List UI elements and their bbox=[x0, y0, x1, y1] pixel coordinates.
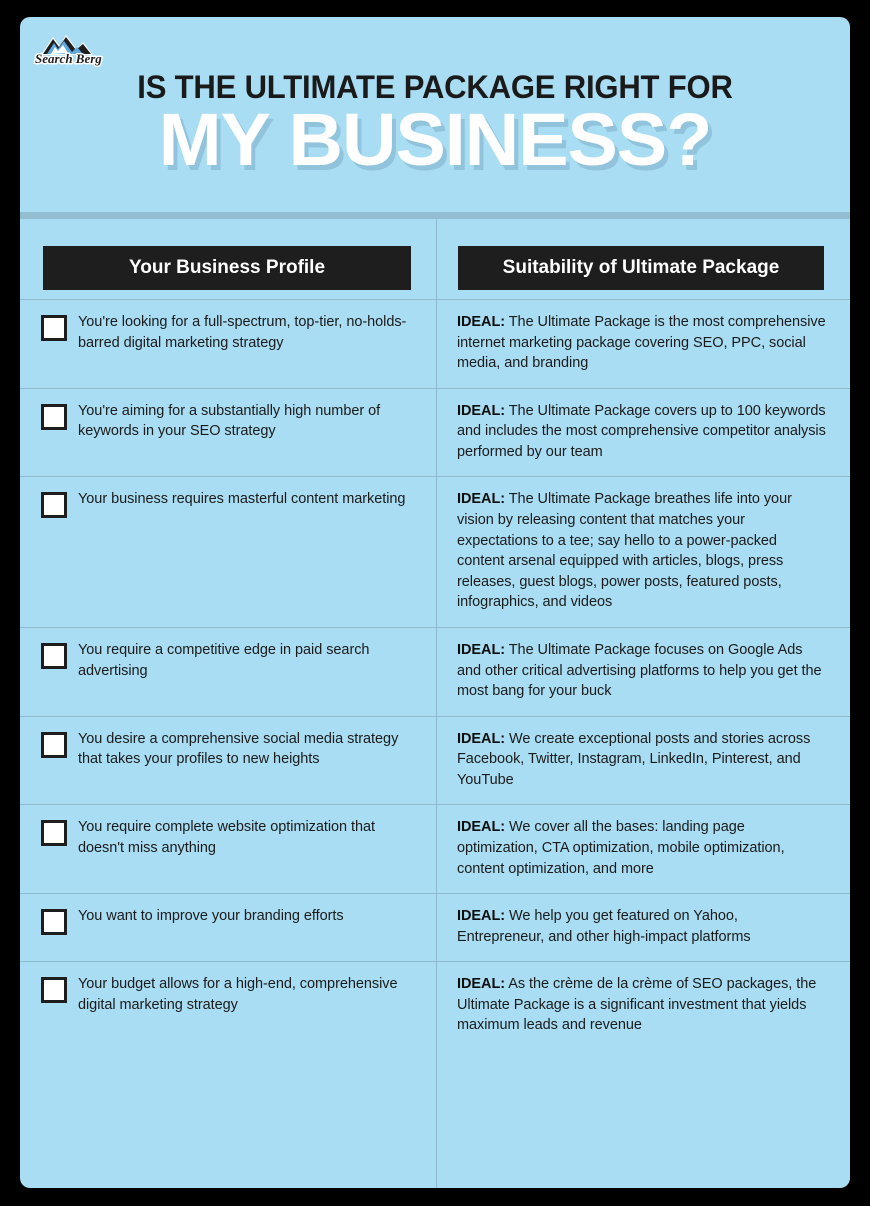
verdict-detail: The Ultimate Package is the most compreh… bbox=[457, 314, 826, 372]
table-row: Your business requires masterful content… bbox=[20, 476, 850, 626]
suitability-cell: IDEAL: We help you get featured on Yahoo… bbox=[436, 894, 850, 961]
verdict-label: IDEAL: bbox=[457, 402, 506, 419]
verdict-label: IDEAL: bbox=[457, 641, 506, 658]
header-card: Search Berg Search Berg IS THE ULTIMATE … bbox=[20, 17, 850, 212]
header-divider bbox=[20, 212, 850, 219]
verdict-label: IDEAL: bbox=[457, 314, 506, 330]
checkbox-icon[interactable] bbox=[41, 820, 67, 847]
table-row: You're looking for a full-spectrum, top-… bbox=[20, 299, 850, 388]
business-profile-cell: You require a competitive edge in paid s… bbox=[20, 628, 436, 716]
business-profile-text: You want to improve your branding effort… bbox=[78, 908, 344, 925]
suitability-text: IDEAL: We help you get featured on Yahoo… bbox=[457, 906, 828, 947]
verdict-label: IDEAL: bbox=[457, 491, 506, 508]
table-row: You require complete website optimizatio… bbox=[20, 804, 850, 893]
poster-title: IS THE ULTIMATE PACKAGE RIGHT FOR MY BUS… bbox=[20, 71, 850, 181]
verdict-detail: We create exceptional posts and stories … bbox=[457, 730, 811, 788]
table-row: You want to improve your branding effort… bbox=[20, 893, 850, 961]
table-row: You require a competitive edge in paid s… bbox=[20, 626, 850, 716]
business-profile-cell: Your budget allows for a high-end, compr… bbox=[20, 962, 436, 1050]
business-profile-cell: You're aiming for a substantially high n… bbox=[20, 389, 436, 477]
suitability-cell: IDEAL: We create exceptional posts and s… bbox=[436, 717, 850, 805]
search-berg-logo: Search Berg Search Berg bbox=[33, 29, 129, 71]
verdict-label: IDEAL: bbox=[457, 976, 506, 993]
table-row: You're aiming for a substantially high n… bbox=[20, 387, 850, 477]
suitability-cell: IDEAL: The Ultimate Package breathes lif… bbox=[436, 477, 850, 626]
table-row: You desire a comprehensive social media … bbox=[20, 715, 850, 805]
checkbox-icon[interactable] bbox=[41, 642, 67, 669]
table-row: Your budget allows for a high-end, compr… bbox=[20, 961, 850, 1050]
suitability-cell: IDEAL: The Ultimate Package is the most … bbox=[436, 300, 850, 388]
checkbox-icon[interactable] bbox=[41, 315, 67, 341]
checkbox-icon[interactable] bbox=[41, 492, 67, 519]
business-profile-text: You desire a comprehensive social media … bbox=[78, 730, 399, 768]
business-profile-cell: You require complete website optimizatio… bbox=[20, 805, 436, 893]
table-header-row: Your Business Profile Suitability of Ult… bbox=[20, 219, 850, 299]
suitability-cell: IDEAL: The Ultimate Package focuses on G… bbox=[436, 628, 850, 716]
business-profile-text: Your business requires masterful content… bbox=[78, 491, 406, 508]
business-profile-cell: You're looking for a full-spectrum, top-… bbox=[20, 300, 436, 388]
title-line-2: MY BUSINESS? bbox=[158, 98, 713, 181]
checkbox-icon[interactable] bbox=[41, 909, 67, 936]
suitability-cell: IDEAL: As the crème de la crème of SEO p… bbox=[436, 962, 850, 1050]
verdict-detail: The Ultimate Package breathes life into … bbox=[457, 491, 792, 611]
business-profile-cell: You want to improve your branding effort… bbox=[20, 894, 436, 961]
business-profile-text: You're looking for a full-spectrum, top-… bbox=[78, 314, 407, 351]
business-profile-text: You're aiming for a substantially high n… bbox=[78, 402, 381, 440]
suitability-cell: IDEAL: We cover all the bases: landing p… bbox=[436, 805, 850, 893]
column-header-suitability: Suitability of Ultimate Package bbox=[458, 246, 824, 290]
suitability-text: IDEAL: The Ultimate Package breathes lif… bbox=[457, 489, 828, 612]
checkbox-icon[interactable] bbox=[41, 731, 67, 758]
verdict-label: IDEAL: bbox=[457, 730, 506, 747]
suitability-text: IDEAL: The Ultimate Package focuses on G… bbox=[457, 640, 828, 702]
checkbox-icon[interactable] bbox=[41, 403, 67, 430]
verdict-label: IDEAL: bbox=[457, 819, 506, 836]
verdict-label: IDEAL: bbox=[457, 908, 506, 925]
business-profile-text: Your budget allows for a high-end, compr… bbox=[78, 976, 398, 1013]
table-body: You're looking for a full-spectrum, top-… bbox=[20, 299, 850, 1050]
column-header-business-profile: Your Business Profile bbox=[43, 246, 411, 290]
verdict-detail: We cover all the bases: landing page opt… bbox=[457, 819, 785, 877]
business-profile-cell: You desire a comprehensive social media … bbox=[20, 717, 436, 805]
infographic-poster: Search Berg Search Berg IS THE ULTIMATE … bbox=[0, 0, 870, 1206]
business-profile-cell: Your business requires masterful content… bbox=[20, 477, 436, 626]
suitability-text: IDEAL: We cover all the bases: landing p… bbox=[457, 817, 828, 879]
suitability-text: IDEAL: The Ultimate Package is the most … bbox=[457, 312, 828, 374]
business-profile-text: You require complete website optimizatio… bbox=[78, 819, 376, 856]
verdict-detail: The Ultimate Package covers up to 100 ke… bbox=[457, 402, 826, 460]
verdict-detail: As the crème de la crème of SEO packages… bbox=[457, 976, 817, 1034]
suitability-cell: IDEAL: The Ultimate Package covers up to… bbox=[436, 389, 850, 477]
checkbox-icon[interactable] bbox=[41, 977, 67, 1004]
suitability-text: IDEAL: The Ultimate Package covers up to… bbox=[457, 401, 828, 463]
svg-text:Search Berg: Search Berg bbox=[35, 51, 102, 66]
verdict-detail: The Ultimate Package focuses on Google A… bbox=[457, 641, 822, 700]
comparison-table: Your Business Profile Suitability of Ult… bbox=[20, 219, 850, 1188]
business-profile-text: You require a competitive edge in paid s… bbox=[78, 641, 370, 679]
suitability-text: IDEAL: We create exceptional posts and s… bbox=[457, 729, 828, 791]
suitability-text: IDEAL: As the crème de la crème of SEO p… bbox=[457, 974, 828, 1036]
